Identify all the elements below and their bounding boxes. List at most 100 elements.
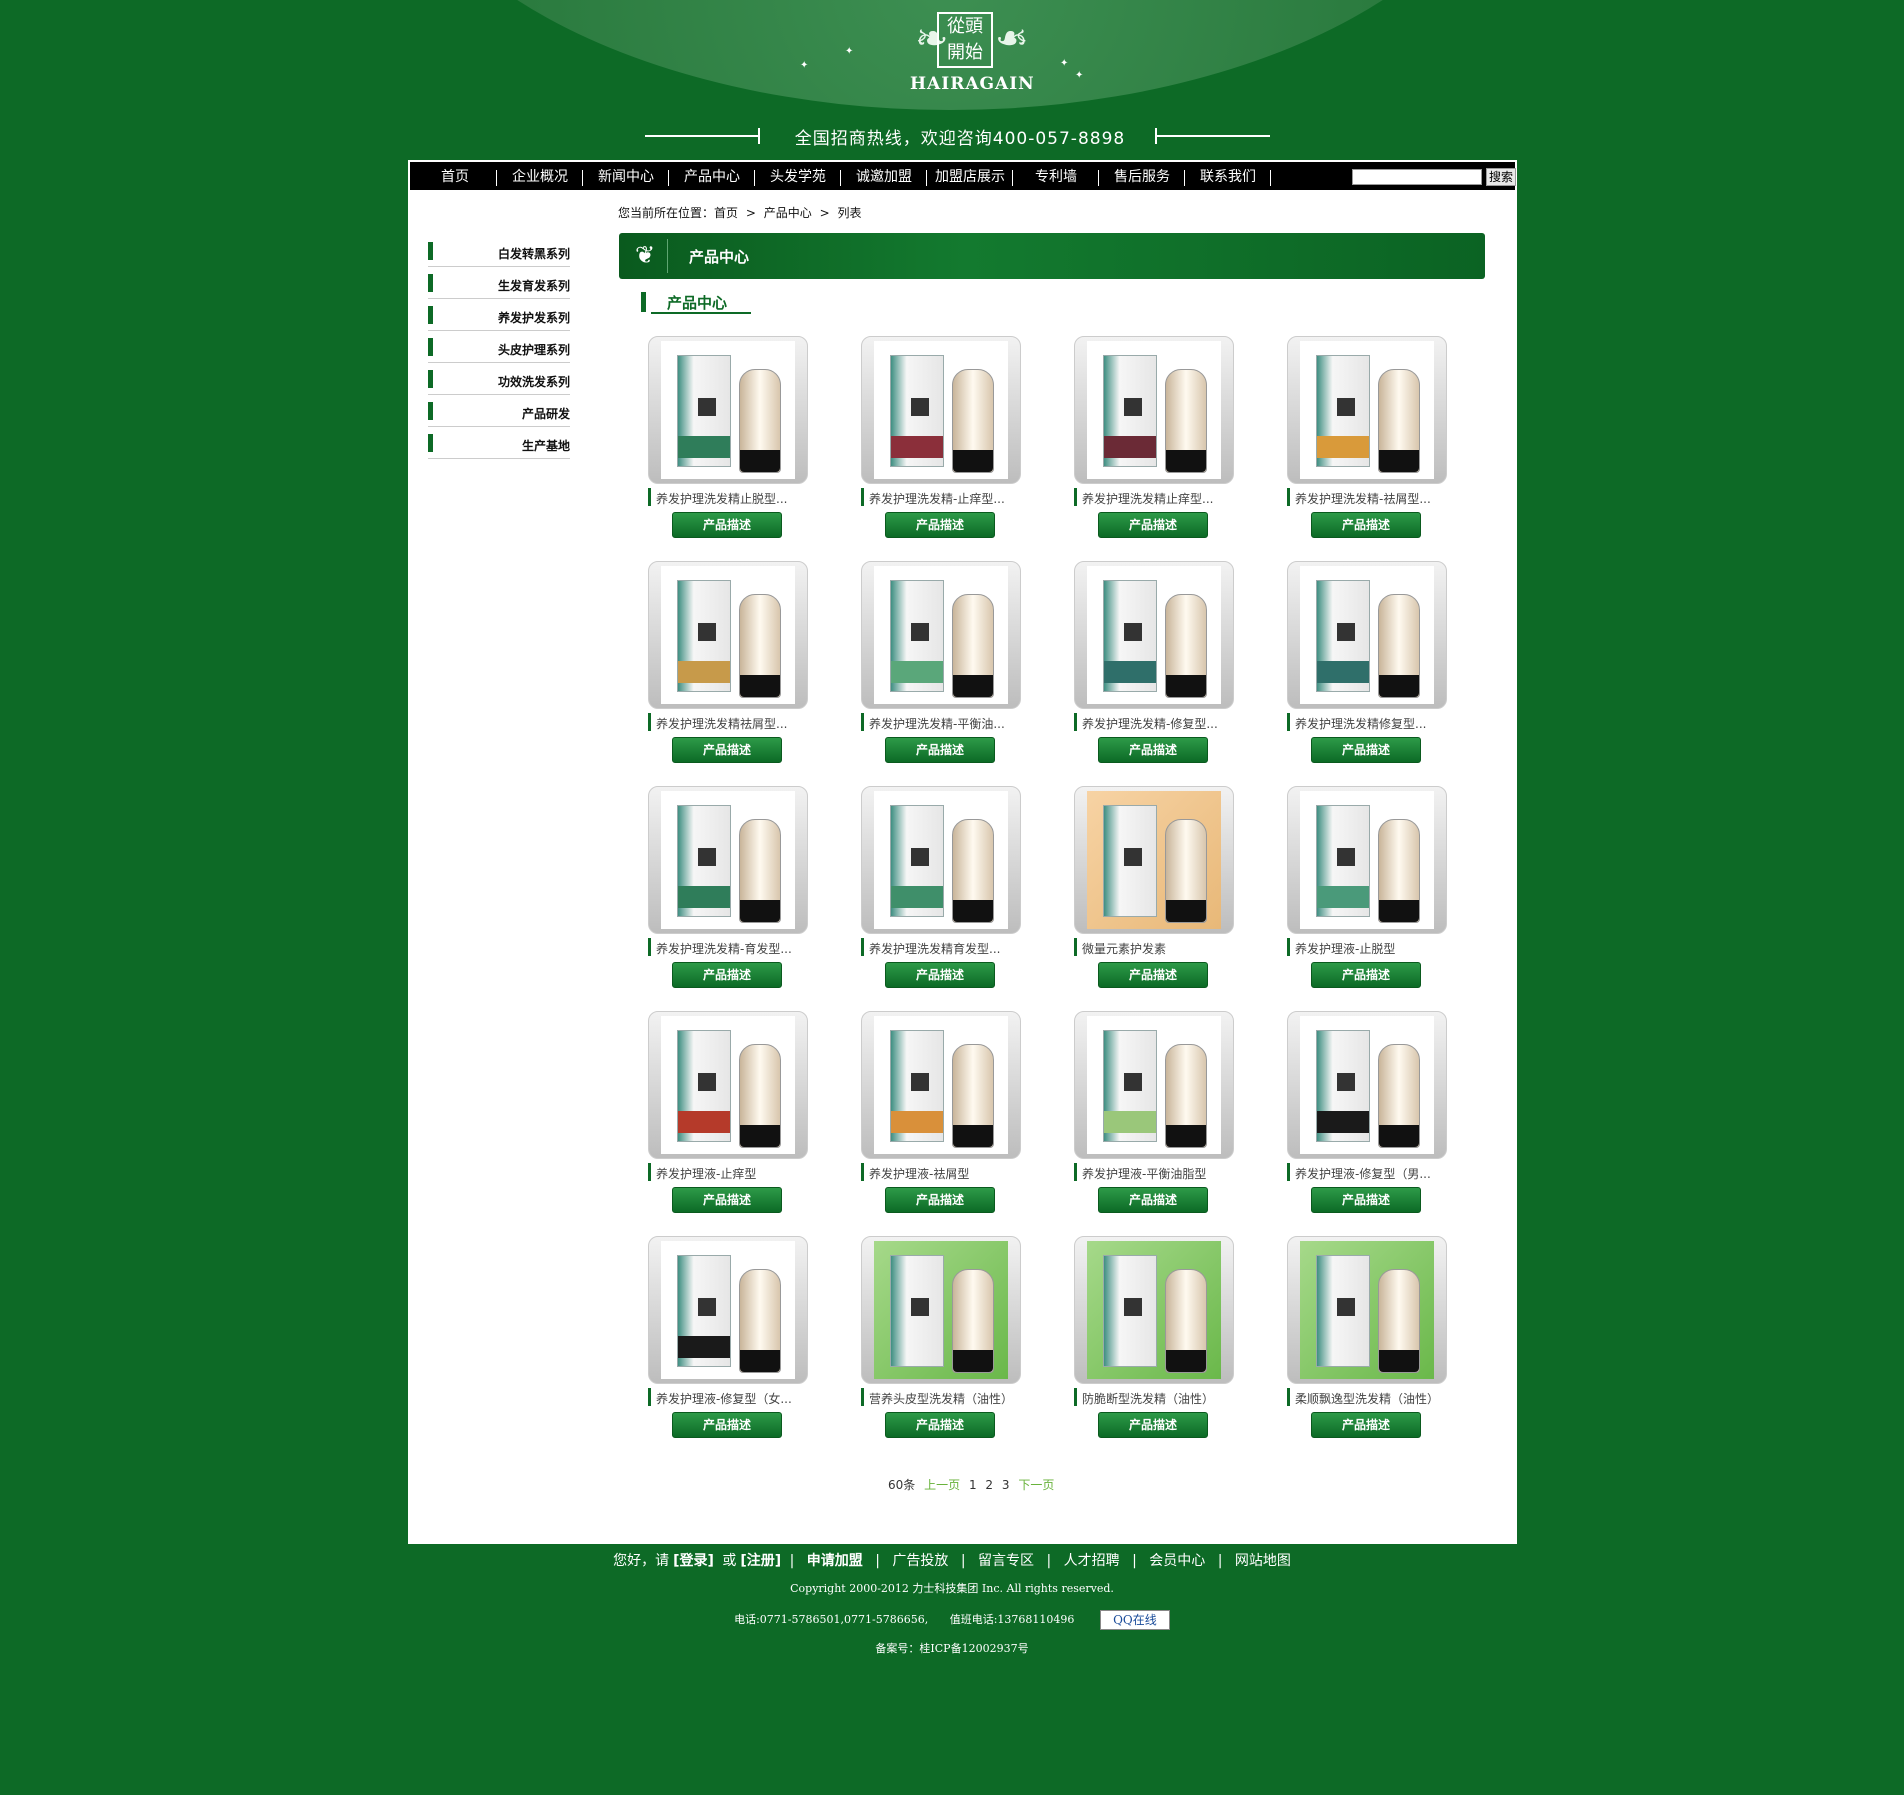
product-image[interactable] [1074, 336, 1234, 484]
product-image[interactable] [1287, 561, 1447, 709]
product-name[interactable]: 养发护理洗发精-止痒型... [869, 490, 1019, 507]
footer-link-jobs[interactable]: 人才招聘 [1064, 1553, 1120, 1569]
product-detail-button[interactable]: 产品描述 [1311, 512, 1421, 538]
product-image[interactable] [1074, 1236, 1234, 1384]
search-button[interactable]: 搜索 [1486, 168, 1516, 186]
product-name[interactable]: 柔顺飘逸型洗发精（油性） [1295, 1390, 1445, 1407]
pagination-page[interactable]: 2 [985, 1478, 993, 1492]
product-image[interactable] [1287, 1236, 1447, 1384]
product-name[interactable]: 养发护理洗发精-平衡油... [869, 715, 1019, 732]
product-image[interactable] [648, 786, 808, 934]
breadcrumb-home[interactable]: 您当前所在位置：首页 [618, 206, 738, 220]
footer-login-link[interactable]: [登录] [673, 1553, 714, 1569]
product-name[interactable]: 养发护理洗发精修复型... [1295, 715, 1445, 732]
product-image[interactable] [648, 336, 808, 484]
product-detail-button[interactable]: 产品描述 [1311, 737, 1421, 763]
product-detail-button[interactable]: 产品描述 [672, 512, 782, 538]
product-image[interactable] [861, 336, 1021, 484]
footer-link-sitemap[interactable]: 网站地图 [1235, 1553, 1291, 1569]
search-input[interactable] [1352, 169, 1482, 185]
product-image[interactable] [648, 561, 808, 709]
product-name[interactable]: 养发护理洗发精-育发型... [656, 940, 806, 957]
product-name[interactable]: 养发护理洗发精止痒型... [1082, 490, 1232, 507]
product-name-bar [1074, 1163, 1077, 1181]
product-image[interactable] [1074, 786, 1234, 934]
product-detail-button[interactable]: 产品描述 [885, 962, 995, 988]
nav-item-service[interactable]: 售后服务 [1100, 167, 1184, 187]
product-name[interactable]: 养发护理洗发精-修复型... [1082, 715, 1232, 732]
product-image[interactable] [861, 1236, 1021, 1384]
nav-item-franchise[interactable]: 诚邀加盟 [842, 167, 926, 187]
product-name[interactable]: 微量元素护发素 [1082, 940, 1232, 957]
pagination-prev[interactable]: 上一页 [924, 1478, 960, 1492]
product-image[interactable] [1287, 1011, 1447, 1159]
sidebar-item[interactable]: 头皮护理系列 [428, 332, 570, 363]
sidebar-item[interactable]: 产品研发 [428, 396, 570, 427]
product-name[interactable]: 养发护理液-平衡油脂型 [1082, 1165, 1232, 1182]
nav-item-academy[interactable]: 头发学苑 [756, 167, 840, 187]
product-detail-button[interactable]: 产品描述 [885, 737, 995, 763]
product-detail-button[interactable]: 产品描述 [1098, 512, 1208, 538]
product-detail-button[interactable]: 产品描述 [1098, 962, 1208, 988]
nav-item-stores[interactable]: 加盟店展示 [928, 167, 1012, 187]
product-detail-button[interactable]: 产品描述 [885, 512, 995, 538]
product-image[interactable] [648, 1236, 808, 1384]
product-detail-button[interactable]: 产品描述 [672, 1187, 782, 1213]
product-name[interactable]: 养发护理洗发精-祛屑型... [1295, 490, 1445, 507]
nav-item-home[interactable]: 首页 [420, 167, 490, 187]
sidebar-item[interactable]: 功效洗发系列 [428, 364, 570, 395]
product-image[interactable] [861, 786, 1021, 934]
product-image[interactable] [861, 561, 1021, 709]
sidebar-item[interactable]: 养发护发系列 [428, 300, 570, 331]
product-image[interactable] [861, 1011, 1021, 1159]
footer-link-messages[interactable]: 留言专区 [978, 1553, 1034, 1569]
product-detail-button[interactable]: 产品描述 [1311, 1412, 1421, 1438]
product-image[interactable] [1287, 786, 1447, 934]
pagination-next[interactable]: 下一页 [1018, 1478, 1054, 1492]
bottle-cap [1166, 675, 1206, 697]
product-image[interactable] [1074, 1011, 1234, 1159]
product-image[interactable] [648, 1011, 808, 1159]
product-detail-button[interactable]: 产品描述 [672, 962, 782, 988]
product-name[interactable]: 养发护理液-止脱型 [1295, 940, 1445, 957]
product-box-band [1104, 661, 1156, 683]
product-name[interactable]: 养发护理液-祛屑型 [869, 1165, 1019, 1182]
product-name[interactable]: 养发护理洗发精止脱型... [656, 490, 806, 507]
product-detail-button[interactable]: 产品描述 [672, 737, 782, 763]
footer-link-franchise[interactable]: 申请加盟 [807, 1553, 863, 1569]
nav-item-patents[interactable]: 专利墙 [1014, 167, 1098, 187]
product-name[interactable]: 营养头皮型洗发精（油性） [869, 1390, 1019, 1407]
site-header: ✦ ✦ ✦ ✦ ❧ ❧ 從 頭 開 始 HAIRAGAIN 全国招商热线，欢迎咨… [0, 0, 1904, 160]
product-detail-button[interactable]: 产品描述 [885, 1187, 995, 1213]
breadcrumb-products[interactable]: 产品中心 [764, 206, 812, 220]
sidebar-item[interactable]: 生产基地 [428, 428, 570, 459]
footer-register-link[interactable]: [注册] [740, 1553, 781, 1569]
footer-link-members[interactable]: 会员中心 [1149, 1553, 1205, 1569]
pagination-page[interactable]: 1 [969, 1478, 977, 1492]
product-detail-button[interactable]: 产品描述 [1098, 737, 1208, 763]
product-image[interactable] [1074, 561, 1234, 709]
nav-item-about[interactable]: 企业概况 [498, 167, 582, 187]
product-detail-button[interactable]: 产品描述 [885, 1412, 995, 1438]
product-detail-button[interactable]: 产品描述 [1098, 1187, 1208, 1213]
product-image[interactable] [1287, 336, 1447, 484]
product-detail-button[interactable]: 产品描述 [1098, 1412, 1208, 1438]
product-name[interactable]: 养发护理洗发精育发型... [869, 940, 1019, 957]
product-detail-button[interactable]: 产品描述 [672, 1412, 782, 1438]
qq-online-button[interactable]: QQ在线 [1099, 1610, 1170, 1630]
product-detail-button[interactable]: 产品描述 [1311, 962, 1421, 988]
sidebar-item[interactable]: 生发育发系列 [428, 268, 570, 299]
product-name[interactable]: 养发护理液-修复型（男... [1295, 1165, 1445, 1182]
product-name[interactable]: 养发护理液-止痒型 [656, 1165, 806, 1182]
pagination-page[interactable]: 3 [1002, 1478, 1010, 1492]
sidebar-item[interactable]: 白发转黑系列 [428, 236, 570, 267]
product-name[interactable]: 养发护理液-修复型（女... [656, 1390, 806, 1407]
logo[interactable]: 從 頭 開 始 HAIRAGAIN [910, 12, 1034, 102]
product-detail-button[interactable]: 产品描述 [1311, 1187, 1421, 1213]
footer-link-ads[interactable]: 广告投放 [892, 1553, 948, 1569]
product-name[interactable]: 养发护理洗发精祛屑型... [656, 715, 806, 732]
nav-item-news[interactable]: 新闻中心 [584, 167, 668, 187]
nav-item-contact[interactable]: 联系我们 [1186, 167, 1270, 187]
product-name[interactable]: 防脆断型洗发精（油性） [1082, 1390, 1232, 1407]
nav-item-products[interactable]: 产品中心 [670, 167, 754, 187]
